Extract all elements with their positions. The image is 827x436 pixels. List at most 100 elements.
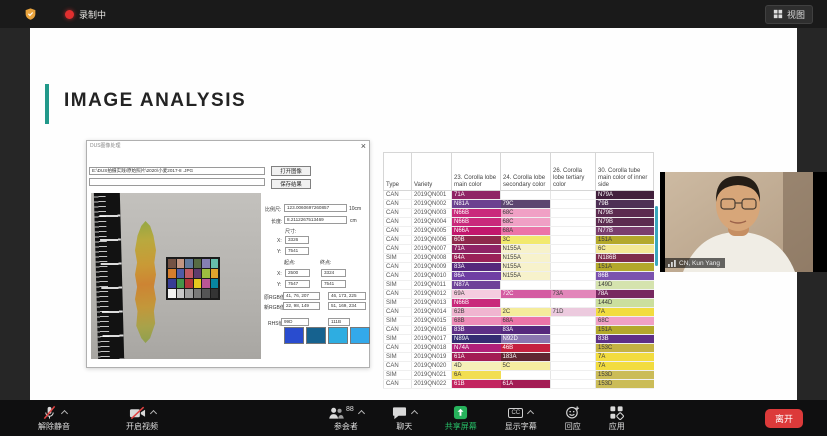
color-cell-c23: 71A — [452, 191, 501, 200]
color-cell-c26 — [551, 371, 596, 380]
color-cell-c26: 71D — [551, 308, 596, 317]
scale-input[interactable]: 123.0060697260857 — [284, 204, 347, 212]
scroll-indicator[interactable] — [655, 206, 658, 266]
participants-button[interactable]: 88 参会者 — [322, 400, 370, 436]
color-cell-c24: 68C — [501, 209, 551, 218]
color-cell-c24: N155A — [501, 272, 551, 281]
security-shield-icon[interactable] — [24, 7, 37, 21]
table-row: CAN2019QN018N74A46B153C — [384, 344, 654, 353]
table-row: CAN2019QN00171AN79A — [384, 191, 654, 200]
color-cell-c26 — [551, 209, 596, 218]
color-cell-c26 — [551, 245, 596, 254]
color-cell-c24: N155A — [501, 254, 551, 263]
y2-label: Y: — [277, 282, 281, 288]
color-cell-c24: N155A — [501, 263, 551, 272]
type-cell: CAN — [384, 272, 412, 281]
table-row: SIM2019QN013N66B144D — [384, 299, 654, 308]
variety-cell: 2019QN005 — [412, 227, 452, 236]
color-cell-c26 — [551, 281, 596, 290]
color-cell-c30: 83B — [596, 335, 654, 344]
end-y-input[interactable]: 7541 — [321, 280, 346, 288]
start-y-input[interactable]: 7547 — [285, 280, 310, 288]
color-cell-c24 — [501, 191, 551, 200]
variety-cell: 2019QN022 — [412, 380, 452, 389]
type-cell: CAN — [384, 380, 412, 389]
color-cell-c23: 83A — [452, 263, 501, 272]
rgb-new-2-input[interactable]: 51, 169, 234 — [328, 302, 366, 310]
x2-label: X: — [277, 271, 282, 277]
color-cell-c26 — [551, 326, 596, 335]
color-cell-c30: N77B — [596, 227, 654, 236]
close-icon[interactable]: × — [361, 141, 366, 151]
mic-options-chevron[interactable] — [60, 410, 67, 417]
leave-button[interactable]: 离开 — [765, 409, 803, 428]
checker-patch — [194, 279, 202, 288]
color-cell-c24: 46B — [501, 344, 551, 353]
rhs-2-input[interactable]: 111B — [328, 318, 350, 326]
size-y-input[interactable]: 7541 — [285, 247, 309, 255]
color-cell-c23: N74A — [452, 344, 501, 353]
variety-cell: 2019QN015 — [412, 317, 452, 326]
color-cell-c24: 3C — [501, 236, 551, 245]
type-cell: SIM — [384, 371, 412, 380]
view-icon — [773, 9, 783, 19]
color-cell-c26 — [551, 254, 596, 263]
table-row: SIM2019QN011N87A149D — [384, 281, 654, 290]
color-cell-c23: N66B — [452, 209, 501, 218]
table-row: CAN2019QN01462B2C71D7A — [384, 308, 654, 317]
webcam-panel[interactable]: CN, Kun Yang — [660, 172, 827, 272]
view-button[interactable]: 视图 — [765, 5, 813, 24]
color-cell-c23: 71A — [452, 245, 501, 254]
variety-cell: 2019QN018 — [412, 344, 452, 353]
rgb-new-1-input[interactable]: 22, 98, 149 — [283, 302, 320, 310]
length-input[interactable]: 8.2112267513469 — [284, 216, 347, 224]
rgb-orig-1-input[interactable]: 41, 76, 207 — [283, 292, 320, 300]
color-cell-c30: 149D — [596, 281, 654, 290]
type-cell: CAN — [384, 326, 412, 335]
dialog-title: DUS图像处理 — [90, 142, 121, 149]
color-cell-c26 — [551, 218, 596, 227]
rgb-orig-2-input[interactable]: 46, 173, 225 — [328, 292, 366, 300]
image-path-input[interactable]: E:\DUS拍摄实践\原始照片\2020\小麦2017-8 .JPG — [89, 167, 265, 175]
apps-button[interactable]: 应用 — [603, 400, 631, 436]
share-screen-button[interactable]: 共享屏幕 — [439, 400, 483, 436]
type-cell: SIM — [384, 281, 412, 290]
variety-cell: 2019QN009 — [412, 263, 452, 272]
image-path-input-2[interactable] — [89, 178, 265, 186]
color-cell-c30: 78A — [596, 290, 654, 299]
start-video-button[interactable]: 开启视频 — [120, 400, 164, 436]
camera-off-icon — [129, 406, 146, 420]
variety-cell: 2019QN021 — [412, 371, 452, 380]
reactions-label: 回应 — [565, 421, 581, 432]
reactions-button[interactable]: 回应 — [559, 400, 587, 436]
captions-button[interactable]: CC 显示字幕 — [499, 400, 543, 436]
checker-patch — [185, 269, 193, 278]
participants-chevron[interactable] — [358, 410, 365, 417]
variety-cell: 2019QN012 — [412, 290, 452, 299]
chat-chevron[interactable] — [411, 410, 418, 417]
chat-button[interactable]: 聊天 — [386, 400, 423, 436]
rhs-1-input[interactable]: 99D — [281, 318, 309, 326]
color-cell-c30: 7A — [596, 353, 654, 362]
save-result-button[interactable]: 保存结果 — [271, 179, 311, 189]
table-row: SIM2019QN0216A153D — [384, 371, 654, 380]
type-cell: CAN — [384, 191, 412, 200]
start-x-input[interactable]: 2500 — [285, 269, 310, 277]
size-x-input[interactable]: 3326 — [285, 236, 309, 244]
meeting-toolbar: 解除静音 开启视频 88 参会者 — [0, 400, 827, 436]
color-cell-c23: N87A — [452, 281, 501, 290]
unmute-button[interactable]: 解除静音 — [32, 400, 76, 436]
open-image-button[interactable]: 打开图像 — [271, 166, 311, 176]
color-cell-c26 — [551, 380, 596, 389]
color-cell-c24 — [501, 299, 551, 308]
variety-cell: 2019QN003 — [412, 209, 452, 218]
end-x-input[interactable]: 3324 — [321, 269, 346, 277]
table-row: CAN2019QN005N66A68AN77B — [384, 227, 654, 236]
checker-patch — [185, 259, 193, 268]
color-cell-c23: 68B — [452, 317, 501, 326]
video-options-chevron[interactable] — [149, 410, 156, 417]
type-cell: CAN — [384, 362, 412, 371]
color-cell-c30: 79B — [596, 200, 654, 209]
color-cell-c30: 144D — [596, 299, 654, 308]
captions-chevron[interactable] — [527, 410, 534, 417]
